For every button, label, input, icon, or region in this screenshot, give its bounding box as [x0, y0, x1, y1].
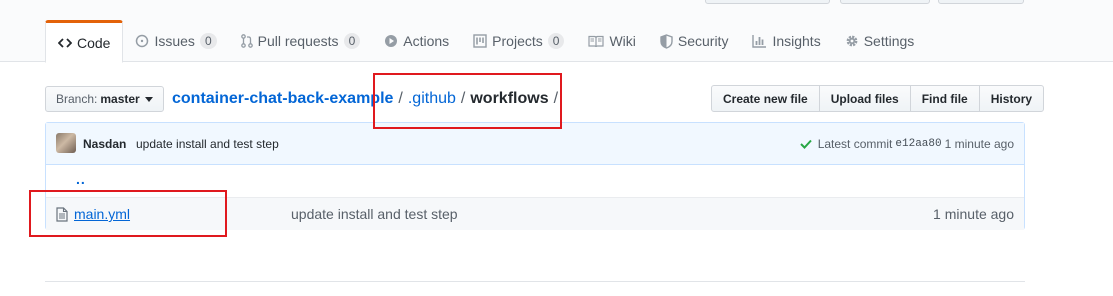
repo-header: Code Issues 0 Pull requests 0 Actions Pr…	[0, 0, 1113, 63]
tab-pull-requests-label: Pull requests	[257, 33, 339, 49]
fork-button[interactable]	[938, 0, 1024, 4]
annotation-box-file	[29, 190, 227, 237]
repo-nav-tabs: Code Issues 0 Pull requests 0 Actions Pr…	[45, 20, 927, 63]
branch-select-button[interactable]: Branch: master	[45, 86, 164, 112]
tab-actions[interactable]: Actions	[372, 20, 461, 62]
book-icon	[588, 35, 605, 48]
commit-tease: Nasdan update install and test step Late…	[46, 123, 1024, 165]
tab-code-label: Code	[77, 34, 111, 51]
history-button[interactable]: History	[978, 85, 1045, 112]
shield-icon	[660, 33, 673, 49]
tab-actions-label: Actions	[403, 33, 450, 49]
issue-icon	[135, 34, 149, 48]
commit-message[interactable]: update install and test step	[136, 137, 279, 151]
divider	[45, 281, 1025, 282]
play-icon	[384, 34, 398, 48]
tab-projects[interactable]: Projects 0	[461, 20, 576, 62]
tab-issues-label: Issues	[154, 33, 195, 49]
issues-counter: 0	[199, 33, 217, 49]
pull-request-icon	[240, 34, 253, 48]
tab-insights-label: Insights	[772, 33, 821, 49]
upload-files-button[interactable]: Upload files	[818, 85, 911, 112]
projects-counter: 0	[547, 33, 565, 49]
gear-icon	[845, 34, 859, 48]
check-icon	[799, 139, 812, 149]
commit-author[interactable]: Nasdan	[83, 137, 126, 151]
tab-code[interactable]: Code	[45, 20, 124, 63]
find-file-button[interactable]: Find file	[909, 85, 980, 112]
file-age: 1 minute ago	[933, 206, 1014, 222]
file-commit-message[interactable]: update install and test step	[291, 206, 458, 222]
tab-pull-requests[interactable]: Pull requests 0	[229, 20, 373, 62]
tab-security[interactable]: Security	[648, 20, 741, 62]
code-icon	[58, 37, 72, 49]
latest-commit-label: Latest commit	[817, 137, 893, 151]
annotation-box-breadcrumb	[373, 73, 562, 129]
commit-sha[interactable]: e12aa80	[895, 138, 941, 150]
graph-icon	[752, 34, 767, 48]
commit-age: 1 minute ago	[944, 137, 1014, 151]
create-new-file-button[interactable]: Create new file	[711, 85, 820, 112]
tab-wiki-label: Wiki	[609, 33, 636, 49]
branch-label: Branch:	[56, 92, 98, 106]
tab-wiki[interactable]: Wiki	[576, 20, 647, 62]
pull-requests-counter: 0	[343, 33, 361, 49]
star-button[interactable]	[840, 0, 930, 4]
tab-insights[interactable]: Insights	[740, 20, 832, 62]
project-icon	[473, 34, 487, 48]
latest-commit-info: Latest commit e12aa80 1 minute ago	[799, 137, 1014, 151]
file-actions-group: Create new file Upload files Find file H…	[711, 85, 1045, 112]
breadcrumb-repo-link[interactable]: container-chat-back-example	[172, 90, 393, 108]
tab-issues[interactable]: Issues 0	[123, 20, 228, 62]
up-directory-link[interactable]: ..	[76, 171, 86, 187]
watch-button[interactable]	[705, 0, 830, 4]
tab-security-label: Security	[677, 33, 729, 49]
tab-projects-label: Projects	[492, 33, 543, 49]
tab-settings[interactable]: Settings	[833, 20, 927, 62]
branch-value: master	[100, 92, 140, 106]
caret-down-icon	[144, 96, 153, 102]
tab-settings-label: Settings	[863, 33, 915, 49]
avatar[interactable]	[56, 133, 76, 153]
